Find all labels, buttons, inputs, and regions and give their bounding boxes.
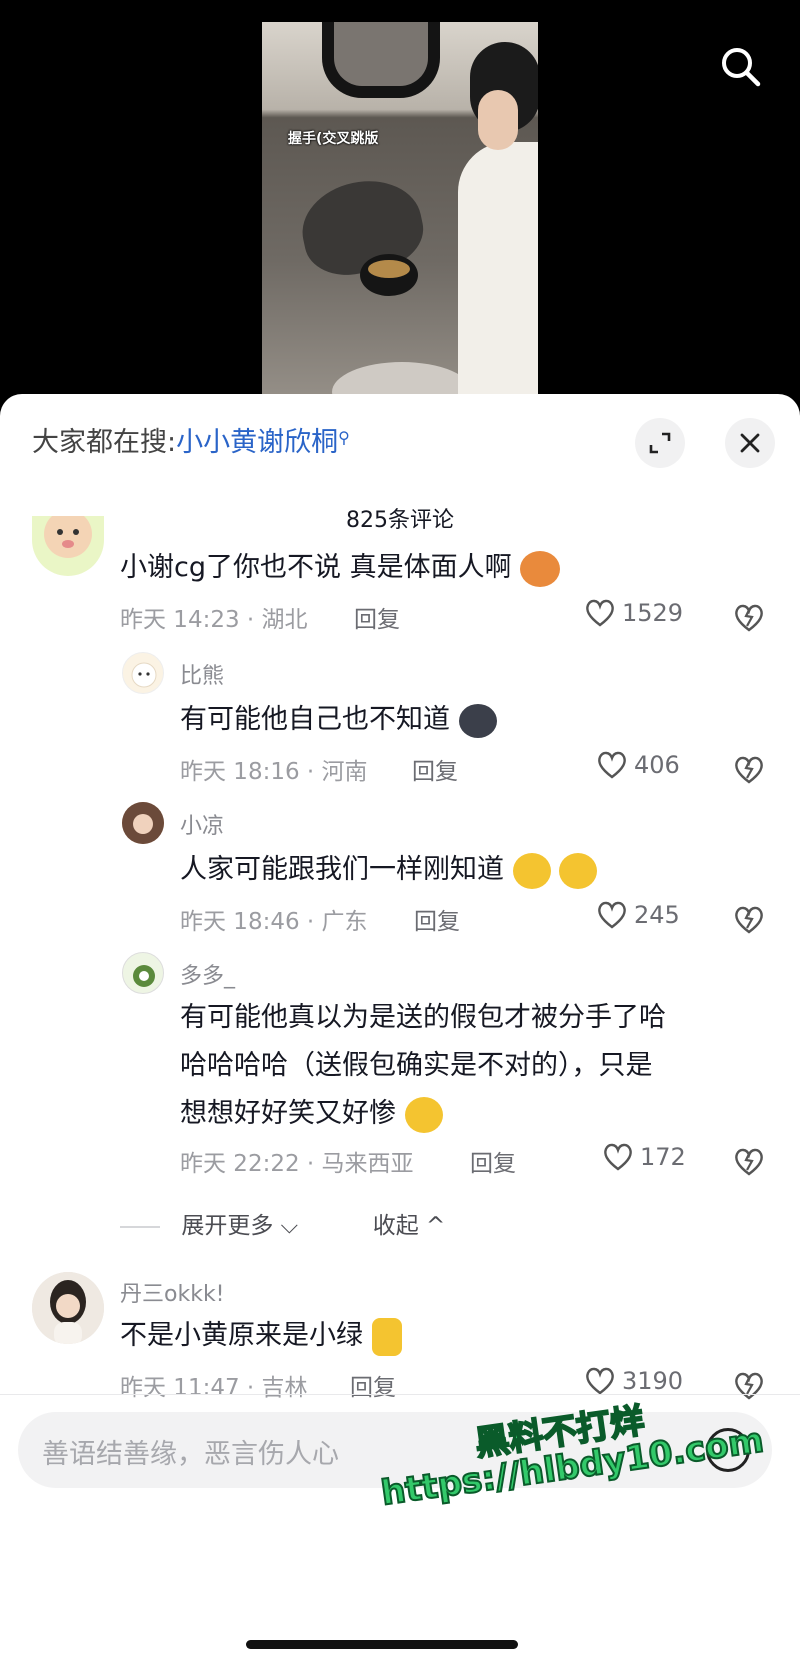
username[interactable]: 比熊: [180, 658, 224, 690]
comment-meta: 昨天 18:46 · 广东: [180, 909, 368, 935]
avatar[interactable]: [32, 1272, 104, 1344]
heart-icon: [586, 599, 614, 627]
comment-meta: 昨天 18:16 · 河南: [180, 759, 368, 785]
trending-search-keyword[interactable]: 小小黄谢欣桐: [176, 427, 338, 458]
username[interactable]: 小凉: [180, 808, 224, 840]
cry-laugh-emoji: [404, 1096, 443, 1133]
reply-button[interactable]: 回复: [354, 600, 400, 634]
like-button[interactable]: 406: [596, 750, 680, 780]
chevron-up-icon: ^: [426, 1213, 446, 1239]
video-mirror: [322, 22, 440, 98]
avatar[interactable]: [122, 952, 164, 994]
heart-icon: [604, 1143, 632, 1171]
comment-text: 人家可能跟我们一样刚知道: [180, 846, 598, 894]
comment-meta: 昨天 11:47 · 吉林: [120, 1375, 308, 1401]
like-button[interactable]: 245: [596, 900, 680, 930]
comment-meta: 昨天 14:23 · 湖北: [120, 607, 308, 633]
replies-controls: 展开更多 ⌵ 收起 ^: [120, 1206, 445, 1240]
like-count: 406: [634, 751, 680, 779]
reply-button[interactable]: 回复: [414, 902, 460, 936]
like-count: 172: [640, 1143, 686, 1171]
video-player[interactable]: 握手(交叉跳版: [0, 0, 800, 420]
avatar[interactable]: [32, 516, 104, 576]
comment-text: 不是小黄原来是小绿: [120, 1312, 402, 1360]
divider-dash: [120, 1225, 160, 1228]
expand-icon: [649, 432, 671, 454]
comment-sheet: 大家都在搜:小小黄谢欣桐⚲ 825条评论 小谢cg了你也不说 真是体面人啊 昨天…: [0, 394, 800, 1658]
reply-button[interactable]: 回复: [470, 1144, 516, 1178]
search-icon[interactable]: [716, 42, 766, 92]
trending-search[interactable]: 大家都在搜:小小黄谢欣桐⚲: [32, 420, 350, 459]
close-icon: [740, 433, 760, 453]
heart-icon: [598, 901, 626, 929]
close-button[interactable]: [725, 418, 775, 468]
comment-text: 有可能他自己也不知道: [180, 696, 497, 744]
video-person: [438, 32, 538, 420]
comment-text: 小谢cg了你也不说 真是体面人啊: [120, 544, 561, 592]
avatar[interactable]: [122, 652, 164, 694]
search-small-icon: ⚲: [338, 428, 350, 447]
chevron-down-icon: ⌵: [280, 1213, 299, 1239]
expand-button[interactable]: [635, 418, 685, 468]
rolling-laugh-emoji: [512, 852, 551, 889]
watermark: 黑料不打烊 https://hlbdy10.com: [372, 1367, 789, 1571]
like-count: 245: [634, 901, 680, 929]
dislike-icon[interactable]: [732, 600, 766, 634]
video-bowl: [360, 254, 418, 296]
dislike-icon[interactable]: [732, 1144, 766, 1178]
collapse-button[interactable]: 收起 ^: [373, 1213, 446, 1239]
like-button[interactable]: 1529: [584, 598, 683, 628]
comment-input-placeholder: 善语结善缘，恶言伤人心: [42, 1439, 339, 1470]
dislike-icon[interactable]: [732, 752, 766, 786]
rolling-laugh-emoji: [559, 852, 598, 889]
video-caption: 握手(交叉跳版: [288, 131, 379, 147]
like-count: 1529: [622, 599, 684, 627]
username[interactable]: 多多_: [180, 958, 235, 990]
video-frame[interactable]: [262, 22, 538, 420]
reply-button[interactable]: 回复: [350, 1368, 396, 1402]
dislike-icon[interactable]: [732, 902, 766, 936]
heart-icon: [598, 751, 626, 779]
reply-button[interactable]: 回复: [412, 752, 458, 786]
username[interactable]: 丹三okkk!: [120, 1276, 225, 1308]
comment-count: 825条评论: [346, 508, 454, 533]
dark-blob-emoji: [458, 703, 497, 738]
bear-face-emoji: [520, 550, 561, 587]
like-button[interactable]: 172: [602, 1142, 686, 1172]
comment-text: 有可能他真以为是送的假包才被分手了哈 哈哈哈哈（送假包确实是不对的），只是 想想…: [180, 994, 666, 1138]
expand-more-button[interactable]: 展开更多 ⌵: [181, 1213, 298, 1239]
trending-search-prefix: 大家都在搜:: [32, 427, 177, 458]
comment-meta: 昨天 22:22 · 马来西亚: [180, 1151, 414, 1177]
home-indicator[interactable]: [246, 1640, 518, 1649]
avatar[interactable]: [122, 802, 164, 844]
finger-heart-emoji: [371, 1317, 402, 1356]
